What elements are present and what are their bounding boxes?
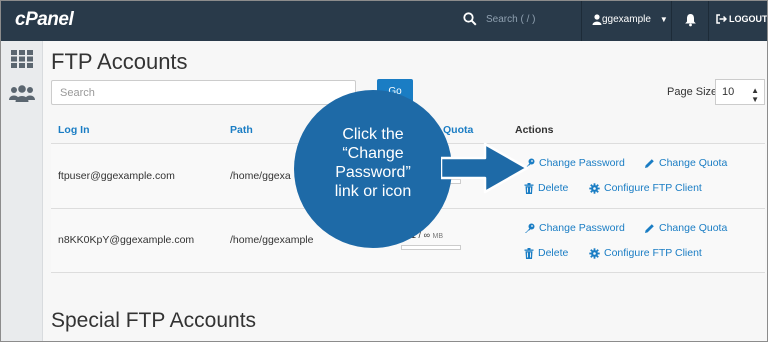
search-input[interactable]: Search — [51, 80, 356, 105]
callout-line: “Change — [342, 145, 404, 162]
trash-icon — [524, 247, 534, 259]
change-quota-link[interactable]: Change Quota — [644, 222, 727, 234]
username: ggexample — [602, 14, 651, 25]
delete-label: Delete — [538, 182, 569, 194]
configure-ftp-client-label: Configure FTP Client — [604, 247, 702, 259]
global-search[interactable]: Search ( / ) — [463, 12, 535, 26]
delete-link[interactable]: Delete — [524, 247, 568, 259]
change-quota-link[interactable]: Change Quota — [644, 157, 727, 169]
callout-line: Password” — [335, 164, 411, 181]
pencil-icon — [645, 223, 654, 233]
gear-icon — [589, 247, 600, 259]
global-search-placeholder: Search ( / ) — [486, 13, 536, 25]
users-icon[interactable] — [9, 85, 35, 103]
gear-icon — [589, 182, 600, 194]
top-bar: cPanel Search ( / ) ggexample ▼ LOGOUT — [1, 1, 767, 41]
row-path: /home/ggexample — [230, 234, 314, 246]
divider — [708, 1, 709, 41]
page-size-value: 10 — [722, 86, 735, 98]
configure-ftp-client-link[interactable]: Configure FTP Client — [589, 247, 702, 259]
change-password-link[interactable]: Change Password — [524, 157, 625, 169]
logout-label: LOGOUT — [729, 14, 768, 24]
row-login: n8KK0KpY@ggexample.com — [58, 234, 195, 246]
search-icon — [463, 12, 477, 26]
row-login: ftpuser@ggexample.com — [58, 170, 175, 182]
user-menu[interactable]: ggexample ▼ — [592, 14, 668, 25]
quota-unit: MB — [432, 233, 444, 240]
change-password-label: Change Password — [539, 157, 625, 169]
delete-label: Delete — [538, 247, 569, 259]
logout-button[interactable]: LOGOUT — [716, 14, 768, 24]
chevron-down-icon: ▼ — [659, 15, 668, 24]
page-title: FTP Accounts — [51, 49, 188, 74]
quota-bar — [401, 245, 461, 250]
sidebar — [1, 41, 43, 341]
column-header-login[interactable]: Log In — [58, 124, 90, 136]
column-header-path[interactable]: Path — [230, 124, 253, 136]
configure-ftp-client-label: Configure FTP Client — [604, 182, 702, 194]
row-path: /home/ggexa — [230, 170, 291, 182]
row-divider — [51, 272, 765, 273]
change-password-label: Change Password — [539, 222, 625, 234]
change-password-link[interactable]: Change Password — [524, 222, 625, 234]
bell-icon[interactable] — [684, 13, 697, 27]
key-icon — [525, 223, 535, 233]
page-size-label: Page Size — [667, 86, 718, 98]
callout-arrow — [441, 142, 529, 194]
column-header-actions: Actions — [515, 124, 554, 136]
logout-icon — [716, 14, 727, 24]
cpanel-window: cPanel Search ( / ) ggexample ▼ LOGOUT F… — [0, 0, 768, 342]
callout-text: Click the “Change Password” link or icon — [294, 125, 452, 201]
user-icon — [592, 14, 602, 25]
callout-line: Click the — [342, 126, 404, 143]
pencil-icon — [645, 158, 654, 168]
change-quota-label: Change Quota — [659, 222, 728, 234]
special-ftp-accounts-heading: Special FTP Accounts — [51, 309, 257, 332]
grid-icon[interactable] — [11, 50, 33, 68]
cpanel-logo[interactable]: cPanel — [15, 9, 74, 31]
callout-line: link or icon — [334, 183, 412, 200]
chevron-down-icon: ▲ ▼ — [751, 86, 759, 104]
divider — [671, 1, 672, 41]
page-size-select[interactable]: 10 ▲ ▼ — [715, 79, 765, 105]
divider — [581, 1, 582, 41]
change-quota-label: Change Quota — [659, 157, 728, 169]
quota-limit: ∞ — [423, 230, 430, 240]
configure-ftp-client-link[interactable]: Configure FTP Client — [589, 182, 702, 194]
